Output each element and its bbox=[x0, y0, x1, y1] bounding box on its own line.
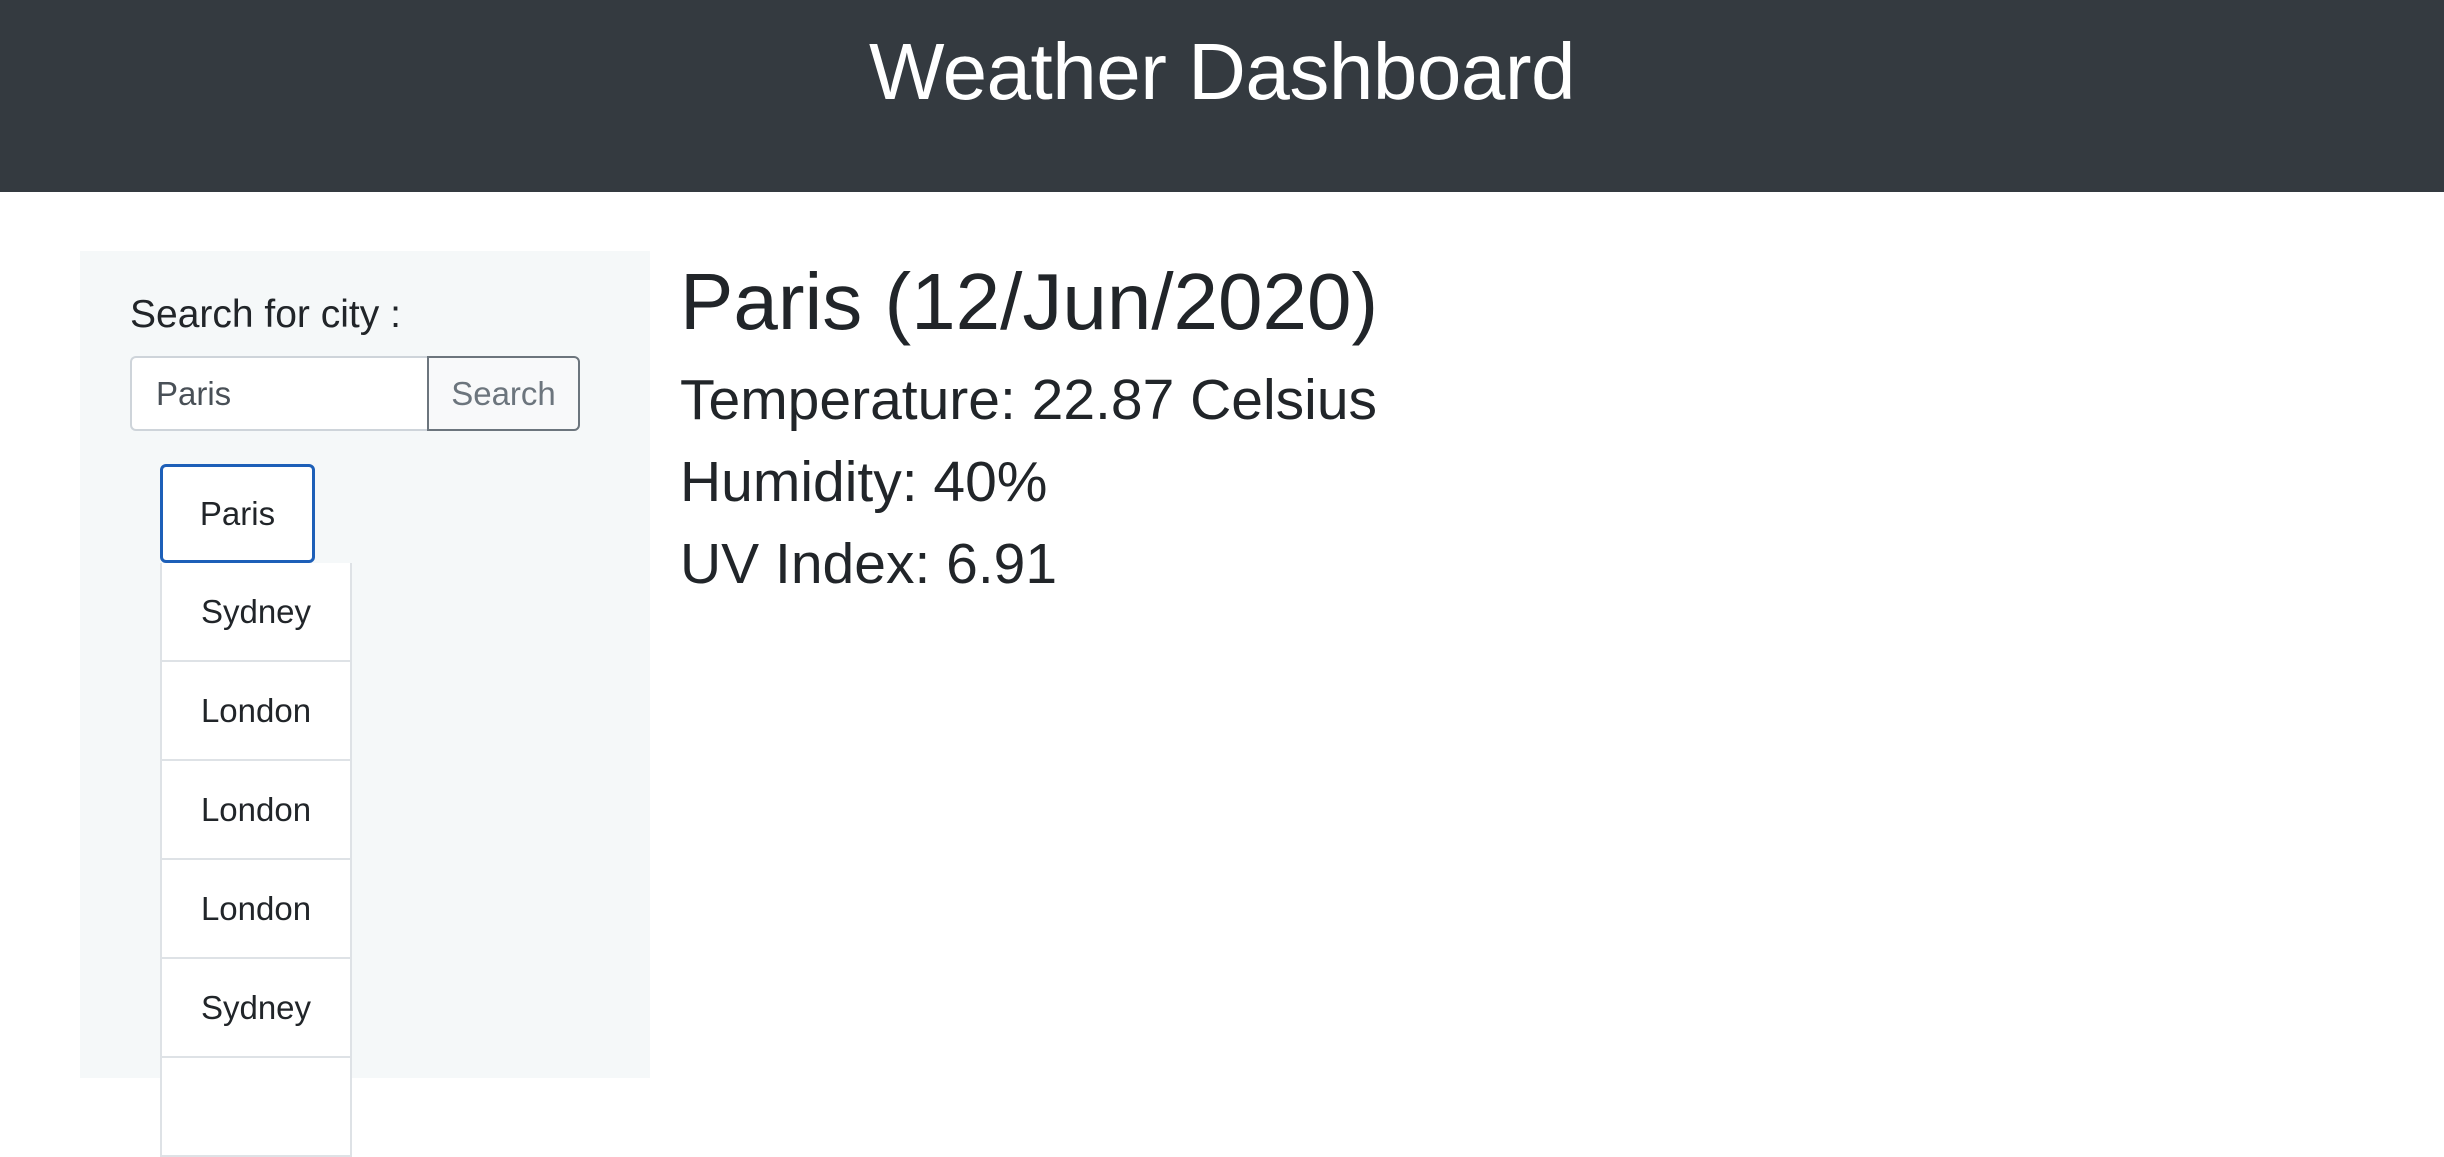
temperature-readout: Temperature: 22.87 Celsius bbox=[680, 368, 1378, 432]
city-history-item-london[interactable]: London bbox=[160, 860, 352, 959]
city-history-item-london[interactable]: London bbox=[160, 761, 352, 860]
city-history-item-paris[interactable]: Paris bbox=[160, 464, 315, 563]
page-title: Weather Dashboard bbox=[869, 27, 1576, 116]
search-label: Search for city : bbox=[130, 293, 401, 336]
city-history-item-sydney[interactable]: Sydney bbox=[160, 959, 352, 1058]
header-bar: Weather Dashboard bbox=[0, 0, 2444, 192]
search-input[interactable] bbox=[130, 356, 427, 431]
search-button[interactable]: Search bbox=[427, 356, 580, 431]
city-history-item-sydney[interactable]: Sydney bbox=[160, 563, 352, 662]
humidity-readout: Humidity: 40% bbox=[680, 450, 1048, 514]
uv-index-readout: UV Index: 6.91 bbox=[680, 532, 1058, 596]
city-history-item-partial[interactable] bbox=[160, 1058, 352, 1157]
current-city-title: Paris (12/Jun/2020) bbox=[680, 257, 1379, 346]
city-history-item-london[interactable]: London bbox=[160, 662, 352, 761]
